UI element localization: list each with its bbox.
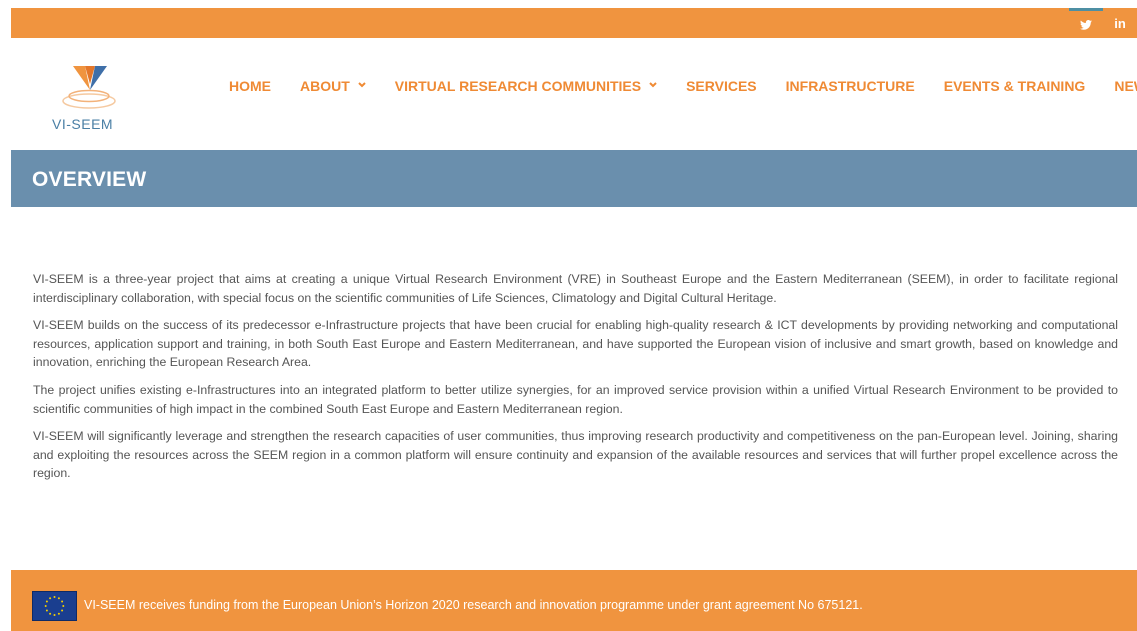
content-paragraph: VI-SEEM builds on the success of its pre… xyxy=(33,318,1118,370)
nav-item-label: HOME xyxy=(229,78,271,94)
site-header: VI-SEEM HOME ABOUT VIRTUAL RESEARCH COMM… xyxy=(11,38,1137,150)
twitter-link[interactable] xyxy=(1069,8,1103,38)
twitter-icon xyxy=(1080,19,1092,30)
logo-text: VI-SEEM xyxy=(52,116,114,132)
nav-item-label: EVENTS & TRAINING xyxy=(943,78,1086,94)
page-title-band: OVERVIEW xyxy=(11,150,1137,207)
nav-item-news[interactable]: NEWS xyxy=(1114,78,1137,94)
page-title: OVERVIEW xyxy=(32,168,147,191)
nav-item-label: VIRTUAL RESEARCH COMMUNITIES xyxy=(394,78,642,94)
eu-flag-icon xyxy=(32,591,77,621)
linkedin-icon: in xyxy=(1114,15,1126,31)
content-paragraph: VI-SEEM is a three-year project that aim… xyxy=(33,272,1118,305)
nav-item-home[interactable]: HOME xyxy=(229,78,271,94)
chevron-down-icon xyxy=(358,80,366,91)
vi-seem-logo-icon xyxy=(62,66,116,109)
social-links: in xyxy=(1069,8,1137,38)
nav-item-virtual-research-communities[interactable]: VIRTUAL RESEARCH COMMUNITIES xyxy=(395,78,657,94)
linkedin-link[interactable]: in xyxy=(1103,8,1137,38)
nav-item-events-training[interactable]: EVENTS & TRAINING xyxy=(944,78,1086,94)
nav-item-services[interactable]: SERVICES xyxy=(686,78,757,94)
nav-item-label: INFRASTRUCTURE xyxy=(785,78,915,94)
main-content: VI-SEEM is a three-year project that aim… xyxy=(33,270,1118,492)
nav-item-label: ABOUT xyxy=(300,78,350,94)
funding-notice: VI-SEEM receives funding from the Europe… xyxy=(84,598,863,612)
top-bar: in xyxy=(11,8,1137,38)
site-logo[interactable]: VI-SEEM xyxy=(49,56,139,138)
nav-item-infrastructure[interactable]: INFRASTRUCTURE xyxy=(786,78,915,94)
window-left-edge xyxy=(0,0,11,631)
page: in VI-SEEM HOME ABOUT VIRTUAL RESEARCH C… xyxy=(11,8,1137,631)
nav-item-about[interactable]: ABOUT xyxy=(300,78,366,94)
main-nav: HOME ABOUT VIRTUAL RESEARCH COMMUNITIES … xyxy=(229,78,1137,94)
nav-item-label: NEWS xyxy=(1114,78,1137,94)
nav-item-label: SERVICES xyxy=(686,78,757,94)
content-paragraph: The project unifies existing e-Infrastru… xyxy=(33,382,1118,416)
site-footer: VI-SEEM receives funding from the Europe… xyxy=(11,570,1137,631)
content-paragraph: VI-SEEM will significantly leverage and … xyxy=(33,429,1118,481)
chevron-down-icon xyxy=(649,80,657,91)
